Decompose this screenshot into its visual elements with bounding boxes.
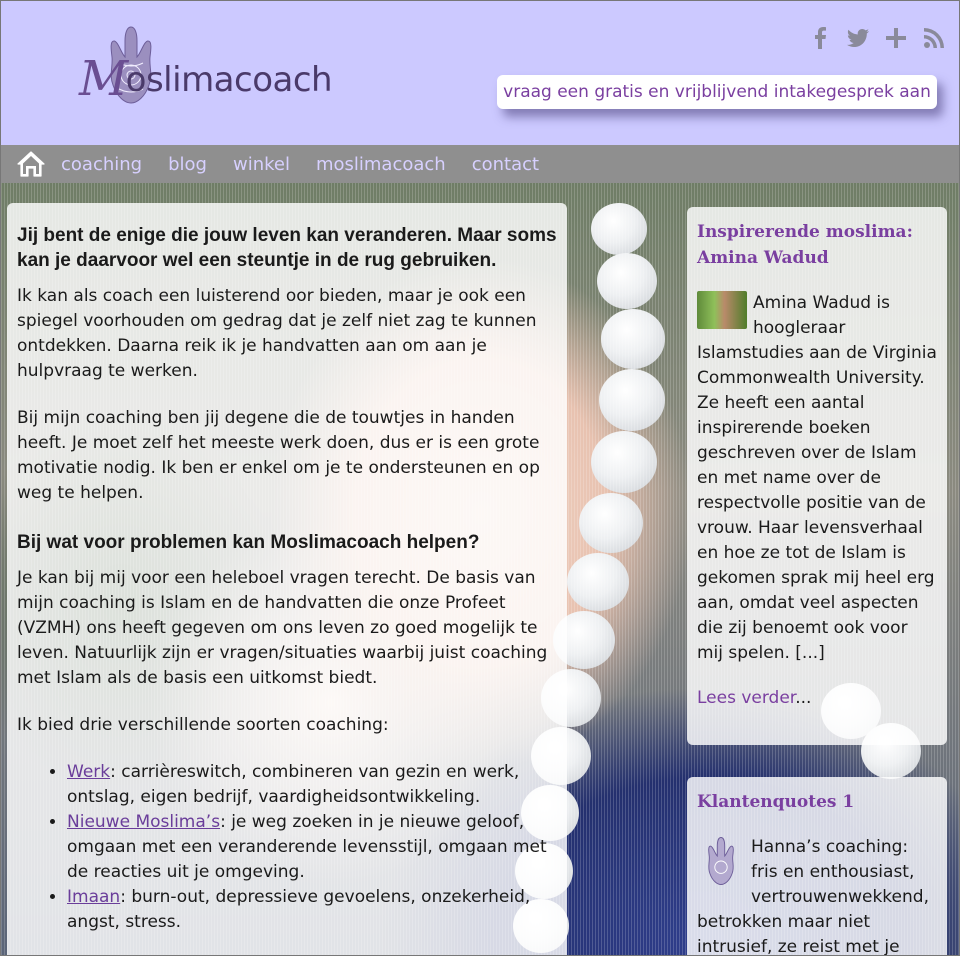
sidebar-box-text: Amina Wadud is hoogleraar Islamstudies a… [697,291,937,663]
page-frame: Moslimacoach vraag een gratis en vrijbli… [0,0,960,956]
list-item-text: : burn-out, depressieve gevoelens, onzek… [67,887,531,932]
intro-paragraph-2: Bij mijn coaching ben jij degene die de … [17,408,540,503]
amina-wadud-photo[interactable] [697,291,747,329]
sidebar-box-title[interactable]: Klantenquotes 1 [697,789,937,815]
link-werk[interactable]: Werk [67,762,110,782]
link-nieuwe-moslimas[interactable]: Nieuwe Moslima’s [67,812,220,832]
main-content-panel: Jij bent de enige die jouw leven kan ver… [7,203,567,955]
read-more: Lees verder... [697,688,812,708]
problems-paragraph: Je kan bij mij voor een heleboel vragen … [17,568,548,688]
hamsa-thumbnail-icon [697,835,745,887]
nav-item-moslimacoach[interactable]: moslimacoach [316,154,446,175]
nav-item-winkel[interactable]: winkel [233,154,290,175]
sidebar-inspiring-moslima: Inspirerende moslima: Amina Wadud Amina … [687,207,947,745]
facebook-icon[interactable] [809,27,831,49]
nav-item-contact[interactable]: contact [472,154,539,175]
list-item: Imaan: burn-out, depressieve gevoelens, … [67,885,557,935]
intro-heading: Jij bent de enige die jouw leven kan ver… [17,225,557,271]
sidebar-client-quotes: Klantenquotes 1 Hanna’s coaching: fris e… [687,777,947,956]
link-imaan[interactable]: Imaan [67,887,120,907]
read-more-link[interactable]: Lees verder [697,688,795,708]
google-plus-icon[interactable] [885,27,907,49]
logo-text: Moslimacoach [79,51,333,107]
site-header: Moslimacoach vraag een gratis en vrijbli… [1,1,959,145]
home-icon[interactable] [17,150,45,178]
list-item: Nieuwe Moslima’s: je weg zoeken in je ni… [67,810,557,885]
list-item: Werk: carrièreswitch, combineren van gez… [67,760,557,810]
nav-item-blog[interactable]: blog [168,154,207,175]
twitter-icon[interactable] [847,27,869,49]
coaching-types-intro: Ik bied drie verschillende soorten coach… [17,715,389,735]
nav-item-coaching[interactable]: coaching [61,154,142,175]
problems-heading: Bij wat voor problemen kan Moslimacoach … [17,532,480,553]
intake-request-button[interactable]: vraag een gratis en vrijblijvend intakeg… [497,75,937,109]
list-item-text: : carrièreswitch, combineren van gezin e… [67,762,520,807]
main-nav: coaching blog winkel moslimacoach contac… [1,145,959,183]
sidebar-box-title[interactable]: Inspirerende moslima: Amina Wadud [697,219,937,271]
coaching-types-list: Werk: carrièreswitch, combineren van gez… [17,760,557,935]
rss-icon[interactable] [923,27,945,49]
social-links [809,27,945,49]
intro-paragraph-1: Ik kan als coach een luisterend oor bied… [17,286,537,381]
sidebar-box-text: Hanna’s coaching: fris en enthousiast, v… [697,835,929,956]
